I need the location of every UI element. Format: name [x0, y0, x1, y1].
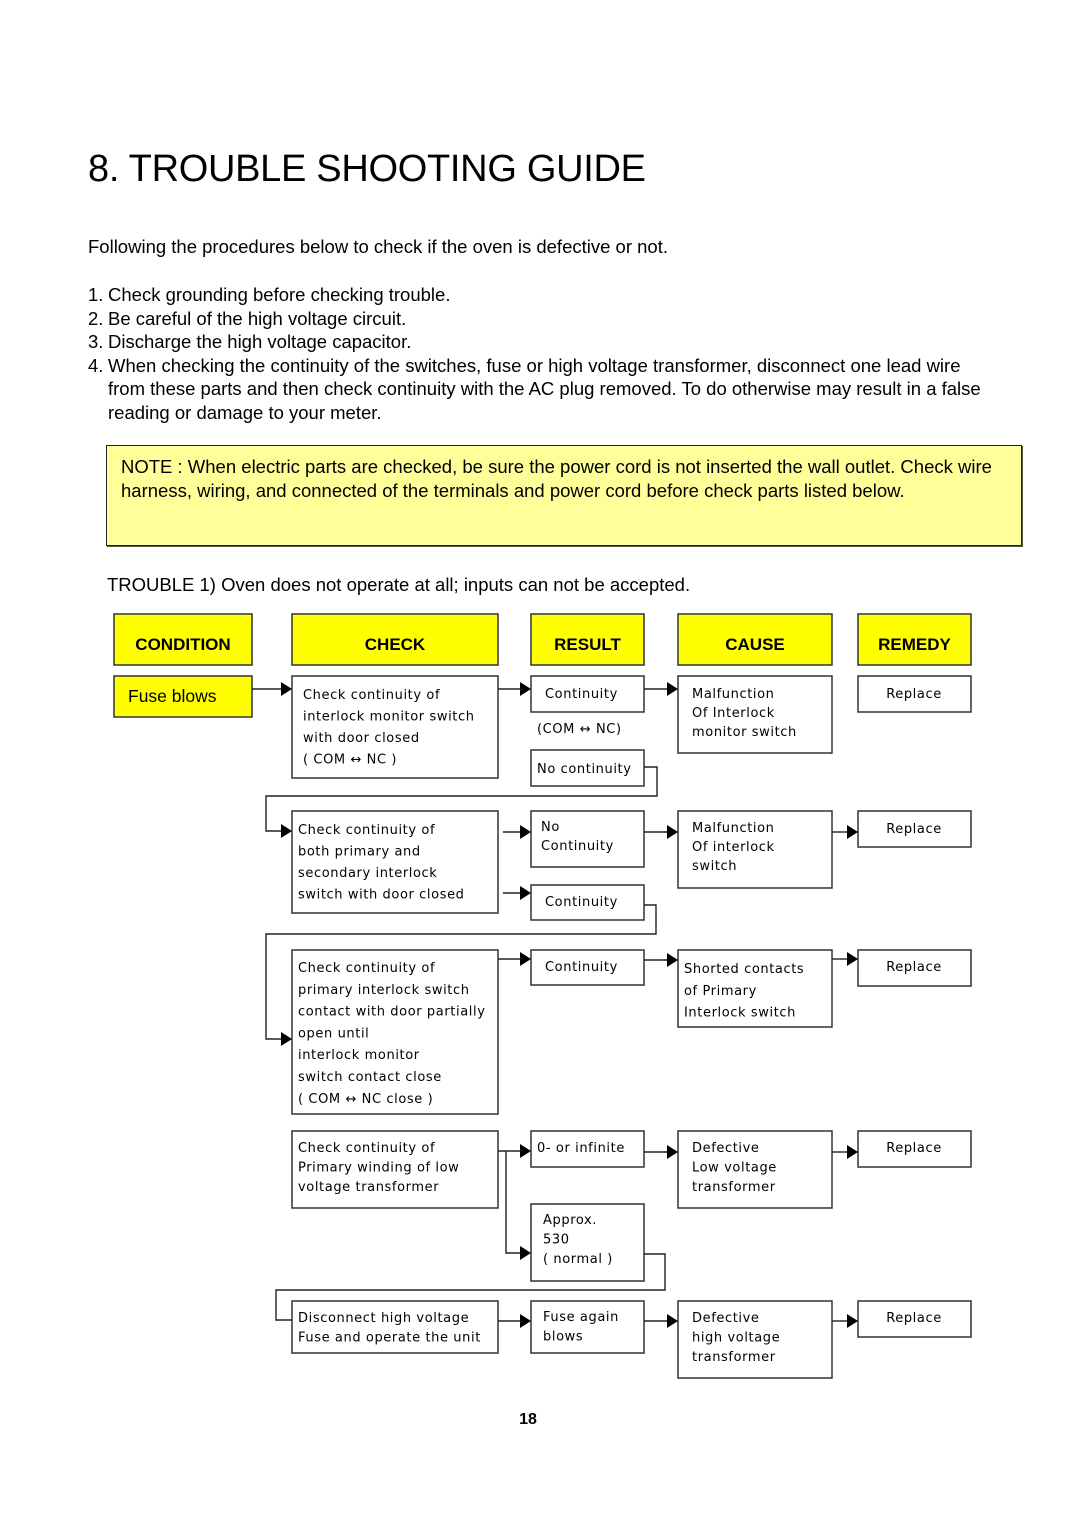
- arrow-head-icon: [520, 1246, 531, 1260]
- check-text: with door closed: [303, 731, 420, 746]
- column-header-label: REMEDY: [878, 635, 951, 654]
- result-text: 530: [543, 1233, 570, 1248]
- check-text: switch contact close: [298, 1070, 442, 1085]
- result-text: Fuse again: [543, 1310, 619, 1325]
- result-text: Continuity: [545, 687, 618, 702]
- remedy-text: Replace: [886, 1141, 942, 1156]
- check-text: Check continuity of: [298, 823, 435, 838]
- check-text: Disconnect high voltage: [298, 1311, 469, 1326]
- cause-text: Malfunction: [692, 821, 775, 836]
- arrow-head-icon: [520, 682, 531, 696]
- arrow-head-icon: [847, 952, 858, 966]
- result-text: blows: [543, 1330, 583, 1345]
- column-header-label: RESULT: [554, 635, 621, 654]
- cause-text: monitor switch: [692, 725, 797, 740]
- check-text: interlock monitor: [298, 1048, 420, 1063]
- result-text: No continuity: [537, 762, 632, 777]
- result-note: (COM ↔ NC): [537, 722, 622, 737]
- check-text: ( COM ↔ NC ): [303, 753, 397, 768]
- arrow-head-icon: [667, 1145, 678, 1159]
- check-text: switch with door closed: [298, 888, 465, 903]
- check-text: voltage transformer: [298, 1180, 439, 1195]
- cause-text: Defective: [692, 1311, 760, 1326]
- result-text: Approx.: [543, 1213, 597, 1228]
- check-text: Primary winding of low: [298, 1161, 459, 1176]
- result-text: 0- or infinite: [537, 1141, 625, 1156]
- cause-text: Low voltage: [692, 1161, 777, 1176]
- check-text: Check continuity of: [298, 1141, 435, 1156]
- result-text: Continuity: [541, 839, 614, 854]
- arrow-head-icon: [281, 682, 292, 696]
- cause-text: Interlock switch: [684, 1006, 796, 1021]
- cause-text: Of Interlock: [692, 706, 775, 721]
- arrow-head-icon: [667, 825, 678, 839]
- check-text: both primary and: [298, 845, 421, 860]
- cause-text: transformer: [692, 1350, 776, 1365]
- cause-text: Of interlock: [692, 840, 775, 855]
- branch-connector-4: [505, 1151, 520, 1254]
- column-header-label: CHECK: [365, 635, 426, 654]
- cause-text: transformer: [692, 1180, 776, 1195]
- condition-label: Fuse blows: [128, 686, 217, 706]
- cause-text: Shorted contacts: [684, 962, 804, 977]
- check-text: contact with door partially: [298, 1005, 486, 1020]
- cause-text: Defective: [692, 1141, 760, 1156]
- arrow-head-icon: [847, 1145, 858, 1159]
- arrow-head-icon: [667, 1314, 678, 1328]
- arrow-head-icon: [520, 952, 531, 966]
- column-header-label: CAUSE: [725, 635, 785, 654]
- page-number: 18: [519, 1411, 537, 1428]
- check-text: open until: [298, 1026, 369, 1041]
- check-text: ( COM ↔ NC close ): [298, 1092, 433, 1107]
- arrow-head-icon: [281, 824, 292, 838]
- arrow-head-icon: [847, 1314, 858, 1328]
- check-text: primary interlock switch: [298, 983, 470, 998]
- arrow-head-icon: [520, 1314, 531, 1328]
- check-text: Fuse and operate the unit: [298, 1331, 481, 1346]
- arrow-head-icon: [520, 1144, 531, 1158]
- troubleshooting-flowchart: CONDITION CHECK RESULT CAUSE REMEDY Fuse blow…: [113, 613, 972, 1379]
- arrow-head-icon: [520, 886, 531, 900]
- remedy-text: Replace: [886, 960, 942, 975]
- result-text: ( normal ): [543, 1252, 613, 1267]
- cause-text: switch: [692, 859, 737, 874]
- result-text: Continuity: [545, 960, 618, 975]
- check-text: secondary interlock: [298, 866, 437, 881]
- remedy-text: Replace: [886, 1311, 942, 1326]
- arrow-head-icon: [520, 825, 531, 839]
- check-text: Check continuity of: [298, 961, 435, 976]
- result-text: Continuity: [545, 895, 618, 910]
- result-text: No: [541, 820, 560, 835]
- column-header-label: CONDITION: [135, 635, 230, 654]
- arrow-head-icon: [667, 682, 678, 696]
- arrow-head-icon: [667, 953, 678, 967]
- remedy-text: Replace: [886, 687, 942, 702]
- result-box-5a: [530, 1300, 645, 1354]
- remedy-text: Replace: [886, 822, 942, 837]
- check-text: Check continuity of: [303, 688, 440, 703]
- arrow-head-icon: [281, 1032, 292, 1046]
- cause-text: Malfunction: [692, 687, 775, 702]
- cause-text: high voltage: [692, 1331, 780, 1346]
- cause-text: of Primary: [684, 984, 757, 999]
- arrow-head-icon: [847, 825, 858, 839]
- check-text: interlock monitor switch: [303, 710, 475, 725]
